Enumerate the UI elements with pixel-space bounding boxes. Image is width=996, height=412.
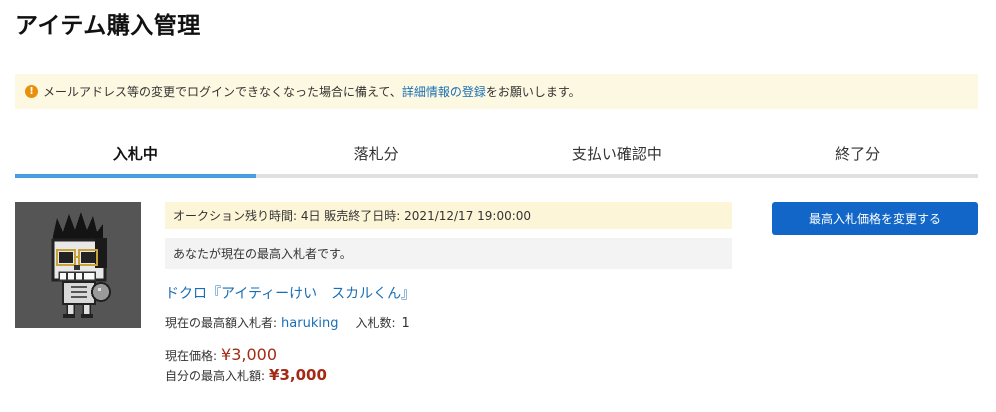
- bidder-status-message: あなたが現在の最高入札者です。: [165, 238, 732, 269]
- bid-count-value: 1: [401, 316, 410, 331]
- notice-text-before: メールアドレス等の変更でログインできなくなった場合に備えて、: [43, 85, 402, 99]
- tab-bar: 入札中 落札分 支払い確認中 終了分: [15, 130, 978, 178]
- item-thumbnail[interactable]: [15, 202, 141, 328]
- register-details-link[interactable]: 詳細情報の登録: [402, 83, 486, 100]
- highest-bidder-row: 現在の最高額入札者: haruking 入札数: 1: [165, 314, 732, 331]
- skull-character-image: [15, 202, 141, 328]
- my-max-bid-row: 自分の最高入札額: ¥3,000: [165, 366, 732, 384]
- notice-text-after: をお願いします。: [485, 85, 581, 99]
- bid-count-label: 入札数:: [355, 316, 396, 330]
- info-icon: !: [25, 85, 38, 98]
- page-title: アイテム購入管理: [15, 13, 201, 39]
- highest-bidder-label: 現在の最高額入札者:: [165, 316, 278, 330]
- tab-ended[interactable]: 終了分: [737, 130, 978, 174]
- tab-payment-confirming[interactable]: 支払い確認中: [497, 130, 738, 174]
- tab-won[interactable]: 落札分: [256, 130, 497, 174]
- current-price-label: 現在価格:: [165, 349, 218, 363]
- my-max-bid-value: ¥3,000: [269, 366, 327, 384]
- change-max-bid-button[interactable]: 最高入札価格を変更する: [772, 202, 978, 235]
- my-max-bid-label: 自分の最高入札額:: [165, 369, 266, 383]
- current-price-value: ¥3,000: [221, 345, 278, 364]
- notice-banner: ! メールアドレス等の変更でログインできなくなった場合に備えて、 詳細情報の登録を…: [15, 74, 978, 109]
- highest-bidder-link[interactable]: haruking: [281, 316, 338, 331]
- current-price-row: 現在価格: ¥3,000: [165, 345, 732, 364]
- auction-time-remaining: オークション残り時間: 4日 販売終了日時: 2021/12/17 19:00:…: [165, 202, 732, 229]
- tab-bidding[interactable]: 入札中: [15, 130, 256, 178]
- auction-info: オークション残り時間: 4日 販売終了日時: 2021/12/17 19:00:…: [165, 202, 732, 384]
- item-name-link[interactable]: ドクロ『アイティーけい スカルくん』: [165, 283, 415, 303]
